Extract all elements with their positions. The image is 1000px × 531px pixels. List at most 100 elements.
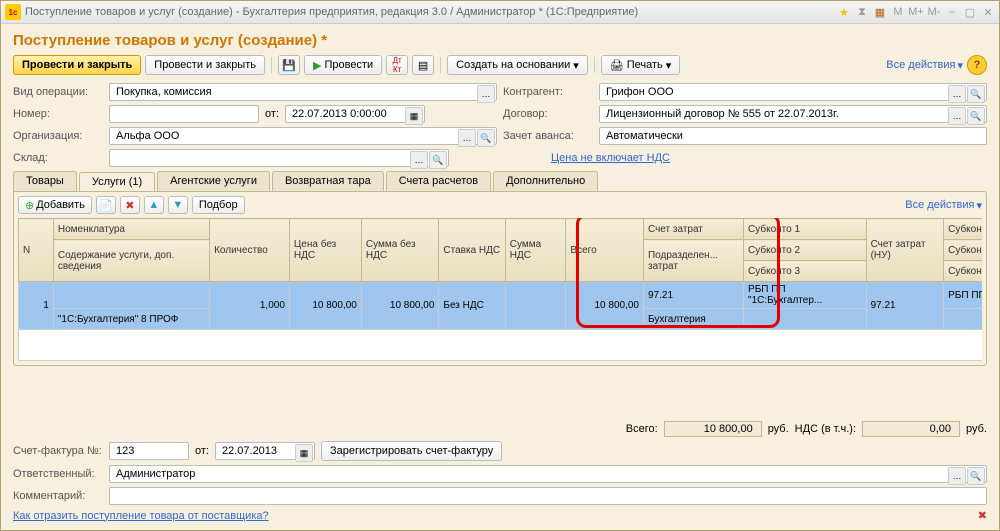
calc-mminus-icon[interactable]: M- bbox=[927, 5, 941, 19]
col-qty[interactable]: Количество bbox=[210, 219, 290, 282]
copy-row-icon[interactable]: 📄 bbox=[96, 196, 116, 214]
history-icon[interactable]: ⧗ bbox=[855, 5, 869, 19]
help-icon[interactable]: ? bbox=[967, 55, 987, 75]
maximize-icon[interactable]: ▢ bbox=[963, 5, 977, 19]
dots-icon[interactable]: … bbox=[948, 85, 966, 103]
search-icon[interactable]: 🔍 bbox=[477, 129, 495, 147]
add-row-button[interactable]: ⊕Добавить bbox=[18, 196, 92, 214]
tab-services[interactable]: Услуги (1) bbox=[79, 172, 155, 192]
cell-sumnds[interactable] bbox=[505, 282, 566, 330]
cell-sk-empty[interactable] bbox=[744, 309, 867, 330]
total-label: Всего: bbox=[626, 423, 658, 435]
col-sum[interactable]: Сумма без НДС bbox=[361, 219, 439, 282]
col-sk1[interactable]: Субконто 1 bbox=[744, 219, 867, 240]
search-icon[interactable]: 🔍 bbox=[429, 151, 447, 169]
responsible-field[interactable]: …🔍 bbox=[109, 465, 987, 483]
col-n[interactable]: N bbox=[19, 219, 54, 282]
col-rate[interactable]: Ставка НДС bbox=[439, 219, 505, 282]
cell-price[interactable]: 10 800,00 bbox=[289, 282, 361, 330]
dots-icon[interactable]: … bbox=[948, 467, 966, 485]
date-field[interactable]: ▦ bbox=[285, 105, 425, 123]
col-sumnds[interactable]: Сумма НДС bbox=[505, 219, 566, 282]
cell-sk1[interactable]: РБП ПП "1С:Бухгалтер... bbox=[744, 282, 867, 309]
create-based-button[interactable]: Создать на основании ▾ bbox=[447, 55, 588, 75]
dots-icon[interactable]: … bbox=[458, 129, 476, 147]
cell-qty[interactable]: 1,000 bbox=[210, 282, 290, 330]
calendar-icon[interactable]: ▦ bbox=[405, 107, 423, 125]
cell-sum[interactable]: 10 800,00 bbox=[361, 282, 439, 330]
print-button[interactable]: 🖨Печать ▾ bbox=[601, 55, 681, 75]
favorite-icon[interactable]: ★ bbox=[837, 5, 851, 19]
cell-nom-empty[interactable] bbox=[53, 282, 209, 309]
cell-sknu-empty[interactable] bbox=[944, 309, 982, 330]
calendar-icon[interactable]: ▦ bbox=[873, 5, 887, 19]
dtkt-icon[interactable]: ДтКт bbox=[386, 55, 408, 75]
cell-sknu1[interactable]: РБП ПП "1С:Бухгалтер... bbox=[944, 282, 982, 309]
cell-accnu[interactable]: 97.21 bbox=[866, 282, 944, 330]
col-price[interactable]: Цена без НДС bbox=[289, 219, 361, 282]
dots-icon[interactable]: … bbox=[477, 85, 495, 103]
save-icon[interactable]: 💾 bbox=[278, 55, 300, 75]
col-sknu1[interactable]: Субконто НУ 1 bbox=[944, 219, 982, 240]
table-row-empty[interactable] bbox=[19, 330, 983, 361]
delete-row-icon[interactable]: ✖ bbox=[120, 196, 140, 214]
help-link[interactable]: Как отразить поступление товара от поста… bbox=[13, 510, 269, 522]
cell-dept[interactable]: Бухгалтерия bbox=[643, 309, 743, 330]
tab-extra[interactable]: Дополнительно bbox=[493, 171, 598, 191]
minimize-icon[interactable]: – bbox=[945, 5, 959, 19]
warehouse-field[interactable]: …🔍 bbox=[109, 149, 449, 167]
cell-total[interactable]: 10 800,00 bbox=[566, 282, 644, 330]
operation-field[interactable]: … bbox=[109, 83, 497, 101]
col-accnu[interactable]: Счет затрат (НУ) bbox=[866, 219, 944, 282]
pick-button[interactable]: Подбор bbox=[192, 196, 245, 214]
calendar-icon[interactable]: ▦ bbox=[295, 444, 313, 462]
tab-returnable[interactable]: Возвратная тара bbox=[272, 171, 384, 191]
col-sknu3[interactable]: Субконто НУ 3 bbox=[944, 261, 982, 282]
close-window-icon[interactable]: ✕ bbox=[981, 5, 995, 19]
close-icon[interactable]: ✖ bbox=[978, 509, 987, 522]
tab-goods[interactable]: Товары bbox=[13, 171, 77, 191]
warehouse-label: Склад: bbox=[13, 152, 103, 164]
contractor-field[interactable]: …🔍 bbox=[599, 83, 987, 101]
services-table[interactable]: N Номенклатура Количество Цена без НДС С… bbox=[18, 218, 982, 361]
search-icon[interactable]: 🔍 bbox=[967, 107, 985, 125]
col-sk2[interactable]: Субконто 2 bbox=[744, 240, 867, 261]
col-sk3[interactable]: Субконто 3 bbox=[744, 261, 867, 282]
col-nomenclature[interactable]: Номенклатура bbox=[53, 219, 209, 240]
org-field[interactable]: …🔍 bbox=[109, 127, 497, 145]
calc-mplus-icon[interactable]: M+ bbox=[909, 5, 923, 19]
invoice-number-field[interactable] bbox=[109, 442, 189, 460]
move-down-icon[interactable]: ▼ bbox=[168, 196, 188, 214]
nds-link[interactable]: Цена не включает НДС bbox=[551, 152, 670, 164]
tab-agent[interactable]: Агентские услуги bbox=[157, 171, 270, 191]
report-icon[interactable]: ▤ bbox=[412, 55, 434, 75]
dots-icon[interactable]: … bbox=[410, 151, 428, 169]
table-row[interactable]: 1 1,000 10 800,00 10 800,00 Без НДС 10 8… bbox=[19, 282, 983, 309]
col-dept[interactable]: Подразделен... затрат bbox=[643, 240, 743, 282]
all-actions-link[interactable]: Все действия ▾ bbox=[886, 59, 963, 72]
post-button[interactable]: ▶Провести bbox=[304, 55, 382, 75]
search-icon[interactable]: 🔍 bbox=[967, 85, 985, 103]
invoice-date-field[interactable]: ▦ bbox=[215, 442, 315, 460]
comment-field[interactable] bbox=[109, 487, 987, 505]
grid-all-actions[interactable]: Все действия ▾ bbox=[905, 199, 982, 212]
cell-n[interactable]: 1 bbox=[19, 282, 54, 330]
col-total[interactable]: Всего bbox=[566, 219, 644, 282]
col-content[interactable]: Содержание услуги, доп. сведения bbox=[53, 240, 209, 282]
cell-rate[interactable]: Без НДС bbox=[439, 282, 505, 330]
dots-icon[interactable]: … bbox=[948, 107, 966, 125]
col-sknu2[interactable]: Субконто НУ 2 bbox=[944, 240, 982, 261]
post-and-save-button[interactable]: Провести и закрыть bbox=[145, 55, 265, 75]
move-up-icon[interactable]: ▲ bbox=[144, 196, 164, 214]
calc-m-icon[interactable]: M bbox=[891, 5, 905, 19]
advance-field[interactable] bbox=[599, 127, 987, 145]
register-invoice-button[interactable]: Зарегистрировать счет-фактуру bbox=[321, 441, 502, 461]
cell-nom[interactable]: "1С:Бухгалтерия" 8 ПРОФ bbox=[53, 309, 209, 330]
post-and-close-button[interactable]: Провести и закрыть bbox=[13, 55, 141, 75]
cell-acc[interactable]: 97.21 bbox=[643, 282, 743, 309]
col-acc[interactable]: Счет затрат bbox=[643, 219, 743, 240]
tab-accounts[interactable]: Счета расчетов bbox=[386, 171, 491, 191]
search-icon[interactable]: 🔍 bbox=[967, 467, 985, 485]
contract-field[interactable]: …🔍 bbox=[599, 105, 987, 123]
number-field[interactable] bbox=[109, 105, 259, 123]
